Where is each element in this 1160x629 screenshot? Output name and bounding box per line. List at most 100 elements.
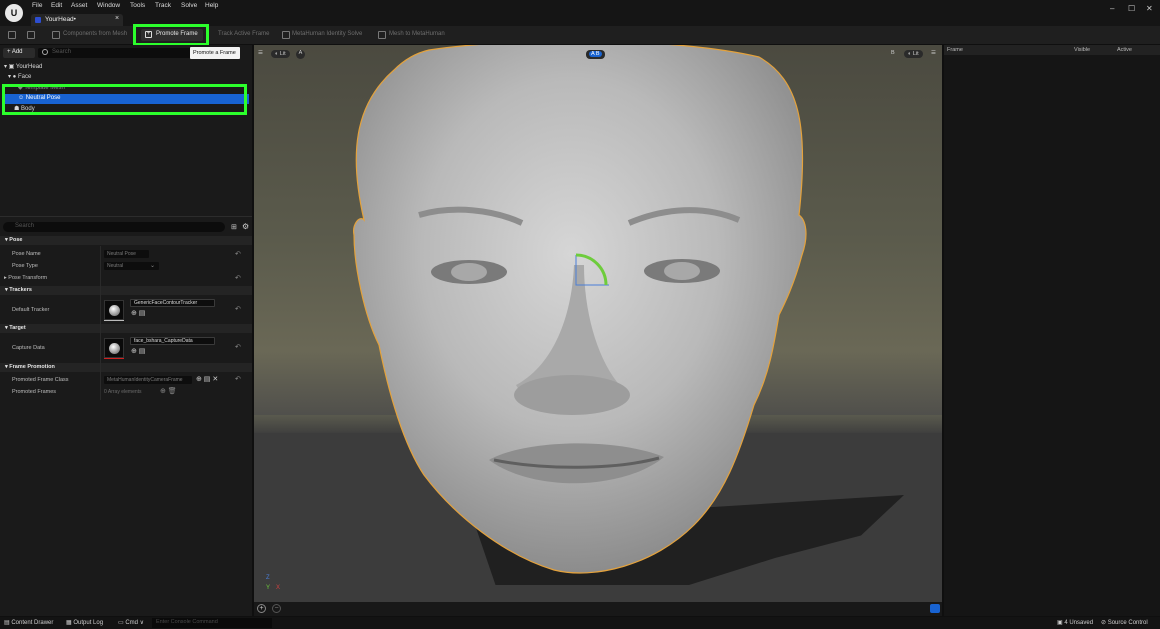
document-tab[interactable]: YourHead• × (31, 14, 123, 26)
source-control-button[interactable]: ⊘ Source Control (1101, 619, 1148, 626)
view-b-button[interactable]: B (891, 50, 895, 56)
section-label: Target (9, 325, 26, 331)
class-actions-icons[interactable]: ⊕ ▤ ✕ (196, 375, 218, 383)
content-drawer-button[interactable]: ▤ Content Drawer (4, 619, 53, 626)
solve-icon (282, 31, 290, 39)
unsaved-button[interactable]: ▣ 4 Unsaved (1057, 619, 1093, 626)
section-trackers[interactable]: ▾ Trackers (0, 286, 252, 295)
section-frame-promotion[interactable]: ▾ Frame Promotion (0, 363, 252, 372)
promoted-frames-label: Promoted Frames (12, 389, 57, 395)
thumbnail-underline (104, 358, 124, 359)
promoted-frames-count: 0 Array elements (104, 389, 142, 395)
pose-name-label: Pose Name (12, 251, 41, 257)
frames-panel (944, 45, 1160, 616)
viewport-menu-right-icon[interactable]: ☰ (931, 50, 936, 56)
track-active-frame-button[interactable]: Track Active Frame (218, 31, 269, 37)
title-bar (0, 0, 1160, 26)
promoted-frame-class-dropdown[interactable]: MetaHumanIdentityCameraFrame (104, 376, 192, 384)
add-icon[interactable]: + (257, 604, 266, 613)
details-search-input[interactable]: Search (3, 222, 225, 232)
cmd-dropdown[interactable]: ▭ Cmd ∨ (118, 619, 144, 626)
menu-tools[interactable]: Tools (130, 2, 145, 9)
console-command-input[interactable]: Enter Console Command (152, 618, 272, 628)
save-icon[interactable] (8, 31, 16, 39)
components-from-mesh-button[interactable]: Components from Mesh (63, 31, 127, 37)
promote-frame-highlight (133, 24, 209, 46)
lit-right-button[interactable]: ◐ Lit (904, 50, 923, 58)
browse-icon[interactable] (27, 31, 35, 39)
close-tab-icon[interactable]: × (115, 15, 119, 22)
menu-solve[interactable]: Solve (181, 2, 197, 9)
ab-toggle[interactable]: A B (586, 50, 605, 59)
menu-edit[interactable]: Edit (51, 2, 62, 9)
lit-mode-button[interactable]: ◐ Lit (271, 50, 290, 58)
unreal-logo[interactable]: U (5, 4, 23, 22)
chevron-down-icon: ⌄ (150, 263, 156, 269)
minimize-button[interactable]: – (1110, 4, 1114, 13)
metahuman-identity-solve-button[interactable]: MetaHuman Identity Solve (292, 31, 362, 37)
section-target[interactable]: ▾ Target (0, 324, 252, 333)
sphere-icon (109, 343, 120, 354)
default-tracker-dropdown[interactable]: GenericFaceContourTracker (130, 299, 215, 307)
remove-icon[interactable]: − (272, 604, 281, 613)
pose-name-field[interactable]: Neutral Pose (104, 250, 149, 258)
document-tab-title: YourHead• (45, 16, 76, 23)
metahuman-icon (378, 31, 386, 39)
column-active[interactable]: Active (1117, 47, 1132, 53)
sphere-icon (109, 305, 120, 316)
reset-icon[interactable]: ↶ (235, 250, 241, 258)
menu-file[interactable]: File (32, 2, 42, 9)
reset-icon[interactable]: ↶ (235, 343, 241, 351)
settings-icon[interactable]: ⚙ (242, 222, 249, 231)
tree-item-yourhead[interactable]: ▾ ▣ YourHead (4, 63, 42, 70)
neutral-pose-highlight (2, 84, 247, 115)
capture-data-thumbnail[interactable] (104, 338, 124, 358)
default-tracker-label: Default Tracker (12, 307, 50, 313)
axis-z-label: Z (266, 575, 270, 581)
add-button[interactable]: + Add (3, 48, 35, 58)
use-selected-icon[interactable]: ⊕ ▤ (131, 309, 145, 317)
view-a-button[interactable]: A (296, 50, 305, 59)
reset-icon[interactable]: ↶ (235, 305, 241, 313)
menu-track[interactable]: Track (155, 2, 171, 9)
camera-icon[interactable] (930, 604, 940, 613)
tree-label: YourHead (15, 64, 43, 70)
promoted-frame-class-label: Promoted Frame Class (12, 377, 69, 383)
pose-transform-label[interactable]: ▸ Pose Transform (4, 275, 47, 281)
ab-label: A B (589, 51, 602, 57)
section-pose[interactable]: ▾ Pose (0, 236, 252, 245)
pose-type-label: Pose Type (12, 263, 38, 269)
output-log-button[interactable]: ▦ Output Log (66, 619, 103, 626)
viewport-bottom-bar (254, 602, 942, 616)
viewport[interactable]: Z Y X ☰ ◐ Lit A A B B ◐ Lit ☰ (254, 45, 942, 602)
column-frame[interactable]: Frame (947, 47, 963, 53)
asset-icon (35, 17, 41, 23)
head-mesh: Z Y X (266, 45, 807, 591)
tree-item-face[interactable]: ▾ ● Face (8, 73, 31, 80)
reset-icon[interactable]: ↶ (235, 274, 241, 282)
menu-window[interactable]: Window (97, 2, 120, 9)
maximize-button[interactable]: ☐ (1128, 4, 1135, 13)
reset-icon[interactable]: ↶ (235, 375, 241, 383)
thumbnail-underline (104, 320, 124, 321)
capture-data-label: Capture Data (12, 345, 45, 351)
viewport-menu-icon[interactable]: ☰ (258, 50, 263, 56)
mesh-to-metahuman-button[interactable]: Mesh to MetaHuman (389, 31, 445, 37)
search-icon (42, 49, 48, 55)
section-label: Trackers (9, 287, 32, 293)
column-visible[interactable]: Visible (1074, 47, 1090, 53)
grid-view-icon[interactable]: ⊞ (231, 223, 237, 231)
axis-y-label: Y (266, 585, 270, 591)
capture-data-dropdown[interactable]: face_bshara_CaptureData (130, 337, 215, 345)
array-actions-icons[interactable]: ⊕ 🗑 (160, 387, 177, 395)
menu-help[interactable]: Help (205, 2, 218, 9)
components-icon (52, 31, 60, 39)
column-divider (100, 246, 101, 400)
promote-frame-tooltip: Promote a Frame (190, 47, 240, 59)
menu-asset[interactable]: Asset (71, 2, 87, 9)
close-window-button[interactable]: ✕ (1146, 4, 1153, 13)
panel-divider (0, 216, 252, 217)
tree-label: Face (17, 74, 32, 80)
use-selected-icon[interactable]: ⊕ ▤ (131, 347, 145, 355)
tracker-thumbnail[interactable] (104, 300, 124, 320)
